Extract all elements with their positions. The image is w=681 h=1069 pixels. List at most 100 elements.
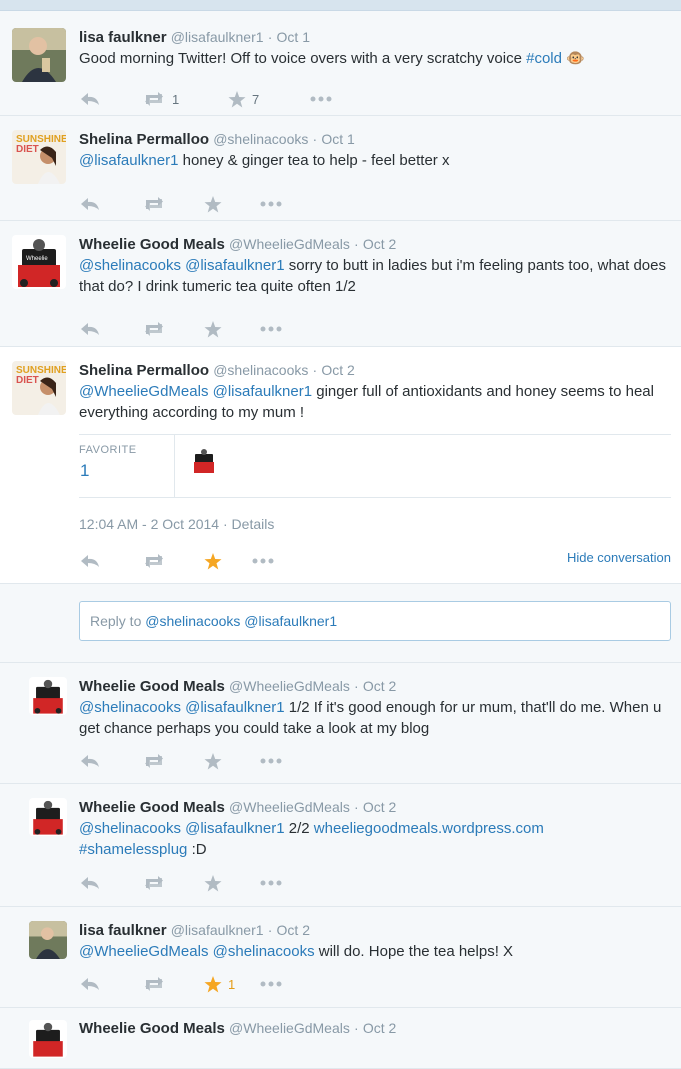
tweet[interactable]: Wheelie Good Meals @WheelieGdMeals · Oct… bbox=[0, 784, 681, 907]
display-name[interactable]: Wheelie Good Meals bbox=[79, 236, 225, 253]
timestamp[interactable]: Oct 2 bbox=[363, 1020, 396, 1036]
display-name[interactable]: Wheelie Good Meals bbox=[79, 799, 225, 816]
mention-link[interactable]: @lisafaulkner1 bbox=[79, 152, 178, 169]
favoriter-avatar[interactable] bbox=[191, 448, 217, 474]
reply-input[interactable]: Reply to @shelinacooks @lisafaulkner1 bbox=[79, 601, 671, 641]
avatar[interactable]: Wheelie bbox=[12, 235, 66, 289]
mention-link[interactable]: @shelinacooks bbox=[79, 699, 181, 716]
display-name[interactable]: Shelina Permalloo bbox=[79, 131, 209, 148]
timestamp[interactable]: Oct 2 bbox=[363, 799, 396, 815]
favorite-button[interactable] bbox=[204, 195, 260, 213]
more-button[interactable] bbox=[260, 981, 282, 987]
retweet-icon bbox=[142, 977, 166, 991]
tweet[interactable]: Wheelie Good Meals @WheelieGdMeals · Oct… bbox=[0, 663, 681, 784]
more-icon bbox=[310, 96, 332, 102]
mention-link[interactable]: @shelinacooks bbox=[79, 820, 181, 837]
tweet-header: Wheelie Good Meals @WheelieGdMeals · Oct… bbox=[79, 678, 397, 695]
retweet-button[interactable] bbox=[142, 322, 204, 336]
favorite-button[interactable]: 7 bbox=[228, 90, 310, 108]
timestamp[interactable]: Oct 1 bbox=[277, 29, 310, 45]
mention-link[interactable]: @shelinacooks bbox=[213, 943, 315, 960]
display-name[interactable]: Wheelie Good Meals bbox=[79, 678, 225, 695]
mention-link[interactable]: @shelinacooks bbox=[79, 257, 181, 274]
avatar[interactable]: SUNSHINE DIET bbox=[12, 130, 66, 184]
retweet-button[interactable] bbox=[142, 876, 204, 890]
reply-button[interactable] bbox=[80, 92, 142, 106]
retweet-button[interactable] bbox=[142, 554, 204, 568]
reply-button[interactable] bbox=[80, 322, 142, 336]
reply-button[interactable] bbox=[80, 754, 142, 768]
hashtag-link[interactable]: #shamelessplug bbox=[79, 841, 187, 858]
avatar[interactable] bbox=[12, 28, 66, 82]
display-name[interactable]: lisa faulkner bbox=[79, 29, 167, 46]
favorite-button[interactable]: 1 bbox=[204, 975, 260, 993]
mention-link[interactable]: @lisafaulkner1 bbox=[185, 820, 284, 837]
display-name[interactable]: Wheelie Good Meals bbox=[79, 1020, 225, 1037]
avatar[interactable] bbox=[29, 921, 67, 959]
favorite-button[interactable] bbox=[204, 320, 260, 338]
display-name[interactable]: lisa faulkner bbox=[79, 922, 167, 939]
tweet[interactable]: lisa faulkner @lisafaulkner1 · Oct 1 Goo… bbox=[0, 11, 681, 116]
more-button[interactable] bbox=[260, 201, 282, 207]
favorite-button[interactable] bbox=[204, 552, 252, 570]
more-button[interactable] bbox=[310, 96, 332, 102]
favorite-count: 1 bbox=[228, 976, 236, 992]
mention-link[interactable]: @WheelieGdMeals bbox=[79, 943, 208, 960]
favorite-count-link[interactable]: 1 bbox=[80, 461, 89, 481]
handle[interactable]: @shelinacooks bbox=[213, 362, 308, 378]
tweet[interactable]: lisa faulkner @lisafaulkner1 · Oct 2 @Wh… bbox=[0, 907, 681, 1008]
url-link[interactable]: wheeliegoodmeals.wordpress.com bbox=[314, 820, 544, 837]
display-name[interactable]: Shelina Permalloo bbox=[79, 362, 209, 379]
retweet-icon bbox=[142, 754, 166, 768]
tweet[interactable]: SUNSHINE DIET Shelina Permalloo @shelinac… bbox=[0, 116, 681, 221]
retweet-button[interactable]: 1 bbox=[142, 92, 228, 107]
hashtag-link[interactable]: #cold bbox=[526, 50, 562, 67]
timestamp[interactable]: Oct 2 bbox=[363, 678, 396, 694]
mention-link[interactable]: @lisafaulkner1 bbox=[185, 257, 284, 274]
handle[interactable]: @WheelieGdMeals bbox=[229, 1020, 350, 1036]
handle[interactable]: @WheelieGdMeals bbox=[229, 678, 350, 694]
mention-link[interactable]: @WheelieGdMeals bbox=[79, 383, 208, 400]
top-bar bbox=[0, 0, 681, 11]
avatar[interactable] bbox=[29, 677, 67, 715]
tweet[interactable]: Wheelie Good Meals @WheelieGdMeals · Oct… bbox=[0, 1008, 681, 1069]
avatar[interactable] bbox=[29, 798, 67, 836]
more-button[interactable] bbox=[260, 326, 282, 332]
handle[interactable]: @lisafaulkner1 bbox=[171, 29, 264, 45]
handle[interactable]: @lisafaulkner1 bbox=[171, 922, 264, 938]
more-button[interactable] bbox=[252, 558, 274, 564]
reply-button[interactable] bbox=[80, 977, 142, 991]
timestamp[interactable]: Oct 2 bbox=[321, 362, 354, 378]
retweet-button[interactable] bbox=[142, 977, 204, 991]
handle[interactable]: @shelinacooks bbox=[213, 131, 308, 147]
timestamp[interactable]: Oct 2 bbox=[363, 236, 396, 252]
retweet-button[interactable] bbox=[142, 197, 204, 211]
avatar[interactable]: SUNSHINE DIET bbox=[12, 361, 66, 415]
reply-icon bbox=[80, 876, 100, 890]
reply-button[interactable] bbox=[80, 554, 142, 568]
more-icon bbox=[260, 981, 282, 987]
mention-link[interactable]: @lisafaulkner1 bbox=[185, 699, 284, 716]
favorite-button[interactable] bbox=[204, 752, 260, 770]
focused-tweet[interactable]: SUNSHINE DIET Shelina Permalloo @shelinac… bbox=[0, 347, 681, 584]
more-button[interactable] bbox=[260, 758, 282, 764]
timestamp[interactable]: Oct 1 bbox=[321, 131, 354, 147]
full-timestamp[interactable]: 12:04 AM - 2 Oct 2014 bbox=[79, 516, 219, 532]
reply-button[interactable] bbox=[80, 876, 142, 890]
avatar[interactable] bbox=[29, 1020, 67, 1058]
retweet-button[interactable] bbox=[142, 754, 204, 768]
mention-link[interactable]: @lisafaulkner1 bbox=[213, 383, 312, 400]
handle[interactable]: @WheelieGdMeals bbox=[229, 236, 350, 252]
reply-button[interactable] bbox=[80, 197, 142, 211]
retweet-count: 1 bbox=[172, 91, 180, 107]
tweet-header: Wheelie Good Meals @WheelieGdMeals · Oct… bbox=[79, 1020, 397, 1037]
tweet[interactable]: Wheelie Wheelie Good Meals @WheelieGdMea… bbox=[0, 221, 681, 347]
favorite-button[interactable] bbox=[204, 874, 260, 892]
details-link[interactable]: Details bbox=[232, 516, 275, 532]
hide-conversation-link[interactable]: Hide conversation bbox=[567, 550, 671, 565]
favorite-icon bbox=[204, 752, 222, 770]
more-button[interactable] bbox=[260, 880, 282, 886]
handle[interactable]: @WheelieGdMeals bbox=[229, 799, 350, 815]
timestamp[interactable]: Oct 2 bbox=[277, 922, 310, 938]
retweet-icon bbox=[142, 92, 166, 106]
